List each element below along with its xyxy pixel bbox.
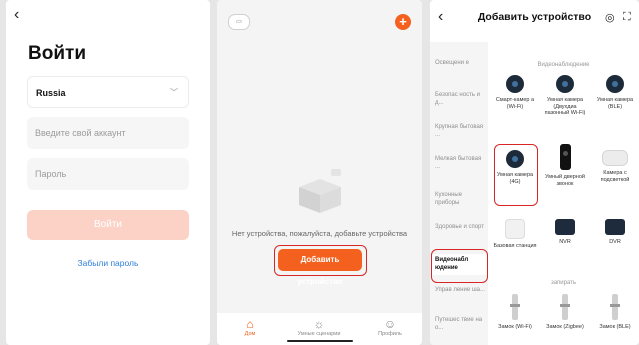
device-label: Умная камера (Двухдиа пазонный Wi-Fi) <box>544 97 586 117</box>
device-label: DVR <box>609 239 621 245</box>
device-label: Камера с подсветкой <box>600 170 630 183</box>
empty-state-text: Нет устройства, пожалуйста, добавьте уст… <box>231 229 408 238</box>
device-label: Замок (BLE) <box>599 324 631 330</box>
category-item[interactable]: Управ ление ша... <box>435 287 485 295</box>
back-arrow-icon[interactable]: ‹ <box>14 7 19 23</box>
profile-icon: ☺ <box>383 317 397 331</box>
device-label: Замок (Wi-Fi) <box>498 324 532 330</box>
category-item[interactable]: Освещени е <box>435 60 485 68</box>
device-item[interactable]: Замок (BLE) <box>592 294 638 331</box>
section-title-locks: запирать <box>550 280 577 286</box>
lock-icon <box>560 294 570 320</box>
chevron-down-icon: ﹀ <box>170 88 178 97</box>
scan-icon[interactable]: ◎ <box>605 11 615 24</box>
country-select[interactable]: Russia ﹀ <box>27 76 189 108</box>
add-device-button[interactable]: Добавить устройство <box>278 249 362 286</box>
device-item[interactable]: Умная камера (BLE) <box>592 75 638 110</box>
device-label: Умный дверной звонок <box>545 174 585 187</box>
device-item[interactable]: Смарт-камер а (Wi-Fi) <box>492 75 538 110</box>
category-highlight <box>431 249 488 283</box>
device-item[interactable]: Камера с подсветкой <box>592 150 638 183</box>
category-item[interactable]: Здоровье и спорт <box>435 224 485 232</box>
category-item[interactable]: Кухонные приборы <box>435 192 485 207</box>
device-label: Базовая станция <box>493 243 537 249</box>
device-item[interactable]: DVR <box>592 219 638 246</box>
floodlight-camera-icon <box>602 150 628 166</box>
tab-profile[interactable]: ☺ Профиль <box>360 317 420 337</box>
home-icon: ⌂ <box>246 317 254 331</box>
empty-box-icon <box>299 169 341 213</box>
qr-scan-icon[interactable]: ⛶ <box>623 11 631 24</box>
doorbell-icon <box>559 144 571 170</box>
home-screen: ▭ + Нет устройства, пожалуйста, добавьте… <box>217 0 422 345</box>
lock-icon <box>610 294 620 320</box>
tab-label: Умные сценарии <box>297 331 341 337</box>
device-item[interactable]: Умный дверной звонок <box>542 144 588 187</box>
home-selector-icon[interactable]: ▭ <box>228 14 250 30</box>
tab-label: Дом <box>244 331 256 337</box>
password-input[interactable]: Пароль <box>27 158 189 190</box>
country-value: Russia <box>36 88 66 98</box>
category-item[interactable]: Безопас ность и д... <box>435 92 485 107</box>
device-label: Смарт-камер а (Wi-Fi) <box>495 97 535 110</box>
camera-icon <box>506 75 524 93</box>
camera-icon <box>556 75 574 93</box>
device-label: Замок (Zigbee) <box>546 324 584 330</box>
nvr-icon <box>555 219 575 235</box>
category-item[interactable]: Крупная бытовая ... <box>435 124 485 139</box>
section-title-video: Видеонаблюдение <box>537 62 590 68</box>
dvr-icon <box>605 219 625 235</box>
device-item[interactable]: NVR <box>542 219 588 246</box>
base-station-icon <box>505 219 525 239</box>
account-input[interactable]: Введите свой аккаунт <box>27 117 189 149</box>
sun-icon: ☼ <box>313 317 325 331</box>
device-label: Умная камера (BLE) <box>596 97 634 110</box>
device-item[interactable]: Замок (Wi-Fi) <box>492 294 538 331</box>
category-sidebar: Освещени е Безопас ность и д... Крупная … <box>430 42 488 345</box>
login-title: Войти <box>28 43 86 64</box>
home-indicator <box>287 340 353 342</box>
login-button[interactable]: Войти <box>27 210 189 240</box>
tab-home[interactable]: ⌂ Дом <box>220 317 280 337</box>
lock-icon <box>510 294 520 320</box>
tab-label: Профиль <box>378 331 402 337</box>
device-item[interactable]: Умная камера (Двухдиа пазонный Wi-Fi) <box>542 75 588 117</box>
device-item[interactable]: Замок (Zigbee) <box>542 294 588 331</box>
camera-icon <box>606 75 624 93</box>
category-item[interactable]: Мелкая бытовая ... <box>435 156 485 171</box>
device-highlight <box>494 144 538 206</box>
category-item[interactable]: Путешес твие на о... <box>435 317 485 332</box>
add-device-plus-button[interactable]: + <box>395 14 411 30</box>
device-item[interactable]: Базовая станция <box>492 219 538 250</box>
forgot-password-link[interactable]: Забыли пароль <box>6 258 210 268</box>
tab-smart-scenes[interactable]: ☼ Умные сценарии <box>289 317 349 337</box>
login-screen: ‹ Войти Russia ﹀ Введите свой аккаунт Па… <box>6 0 210 345</box>
add-device-screen: ‹ Добавить устройство ◎ ⛶ Освещени е Без… <box>430 0 639 345</box>
device-label: NVR <box>559 239 571 245</box>
